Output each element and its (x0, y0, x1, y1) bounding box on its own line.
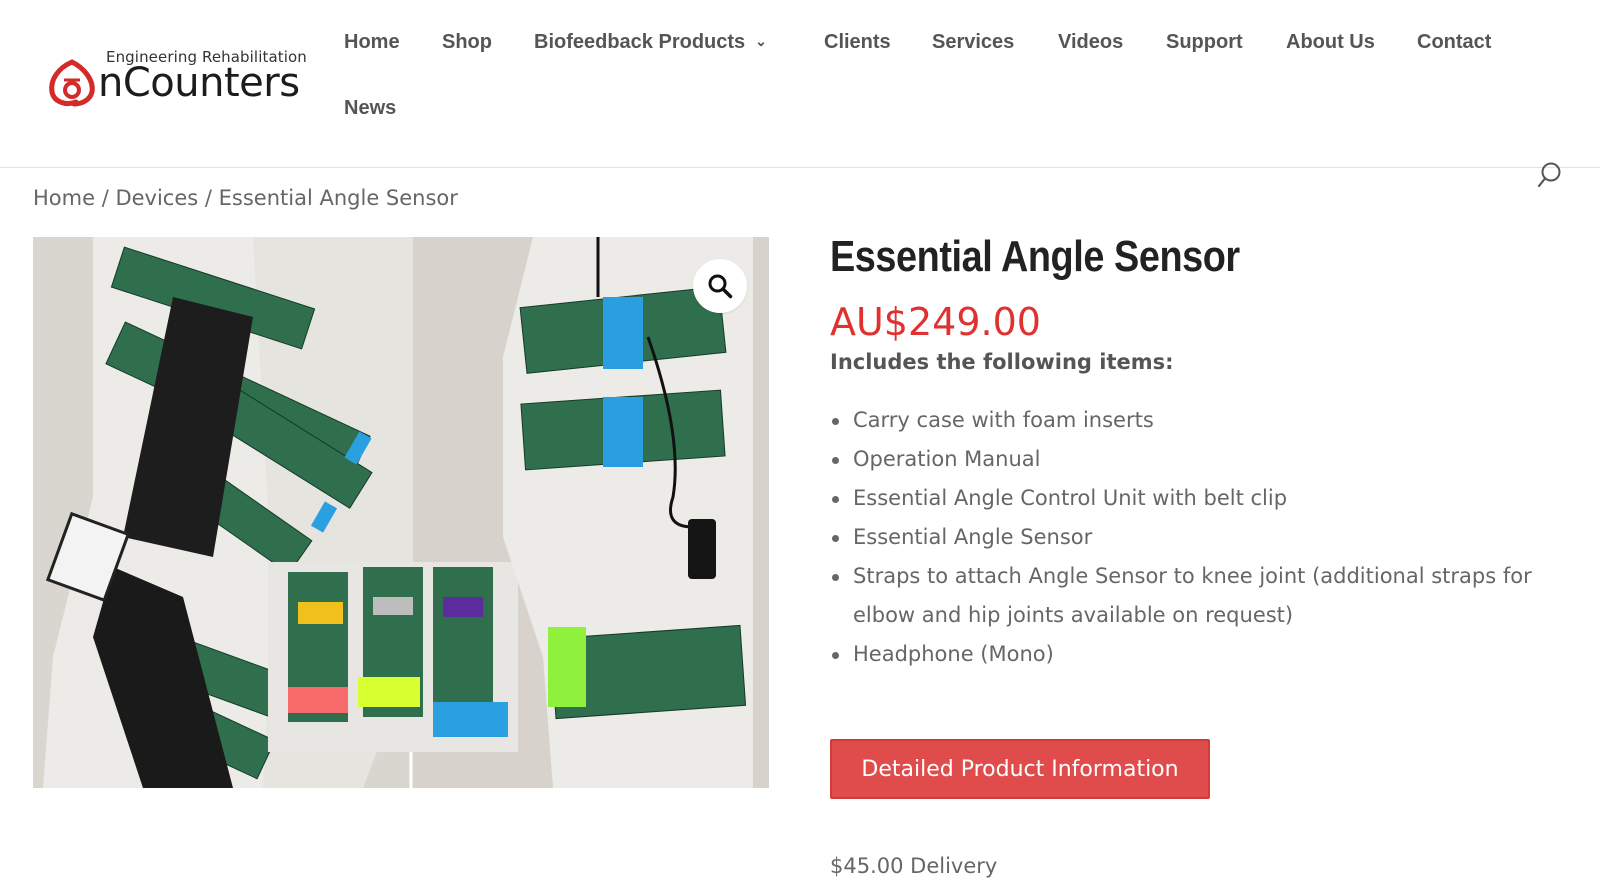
breadcrumb-home-link[interactable]: Home (33, 186, 95, 210)
nav-item-videos[interactable]: Videos (1058, 31, 1123, 54)
product-image[interactable] (33, 237, 769, 788)
product-price: AU$249.00 (830, 300, 1041, 344)
nav-item-services[interactable]: Services (932, 31, 1014, 54)
detailed-product-information-button[interactable]: Detailed Product Information (830, 739, 1210, 799)
nav-item-clients[interactable]: Clients (824, 31, 891, 54)
list-item: Headphone (Mono) (830, 635, 1570, 674)
included-items-list: Carry case with foam inserts Operation M… (830, 401, 1570, 674)
nav-item-about-us[interactable]: About Us (1286, 31, 1375, 54)
chevron-down-icon: ⌄ (755, 33, 767, 49)
list-item: Essential Angle Control Unit with belt c… (830, 479, 1570, 518)
breadcrumb-current: Essential Angle Sensor (218, 186, 458, 210)
nav-item-biofeedback-products[interactable]: Biofeedback Products ⌄ (534, 31, 767, 54)
nav-item-support[interactable]: Support (1166, 31, 1243, 54)
site-header: Engineering Rehabilitation nCounters Hom… (0, 0, 1600, 168)
nav-item-biofeedback-products-label: Biofeedback Products (534, 31, 746, 53)
magnifier-icon (708, 274, 733, 299)
list-item: Carry case with foam inserts (830, 401, 1570, 440)
list-item: Operation Manual (830, 440, 1570, 479)
nav-item-shop[interactable]: Shop (442, 31, 492, 54)
breadcrumb-devices-link[interactable]: Devices (115, 186, 198, 210)
nav-item-contact[interactable]: Contact (1417, 31, 1491, 54)
image-zoom-button[interactable] (693, 259, 747, 313)
delivery-cost: $45.00 Delivery (830, 854, 998, 878)
nav-item-news[interactable]: News (344, 97, 396, 120)
breadcrumb: Home / Devices / Essential Angle Sensor (33, 186, 458, 210)
includes-heading: Includes the following items: (830, 350, 1174, 374)
product-title: Essential Angle Sensor (830, 232, 1240, 281)
search-icon[interactable] (1537, 161, 1563, 189)
list-item: Essential Angle Sensor (830, 518, 1570, 557)
product-photo-illustration (33, 237, 769, 788)
nav-item-home[interactable]: Home (344, 31, 400, 54)
logo-wordmark: nCounters (98, 60, 300, 106)
site-logo[interactable]: Engineering Rehabilitation nCounters (44, 44, 307, 110)
breadcrumb-separator: / (95, 186, 116, 210)
breadcrumb-separator: / (198, 186, 219, 210)
logo-mark-icon (49, 59, 95, 107)
list-item: Straps to attach Angle Sensor to knee jo… (830, 557, 1570, 635)
